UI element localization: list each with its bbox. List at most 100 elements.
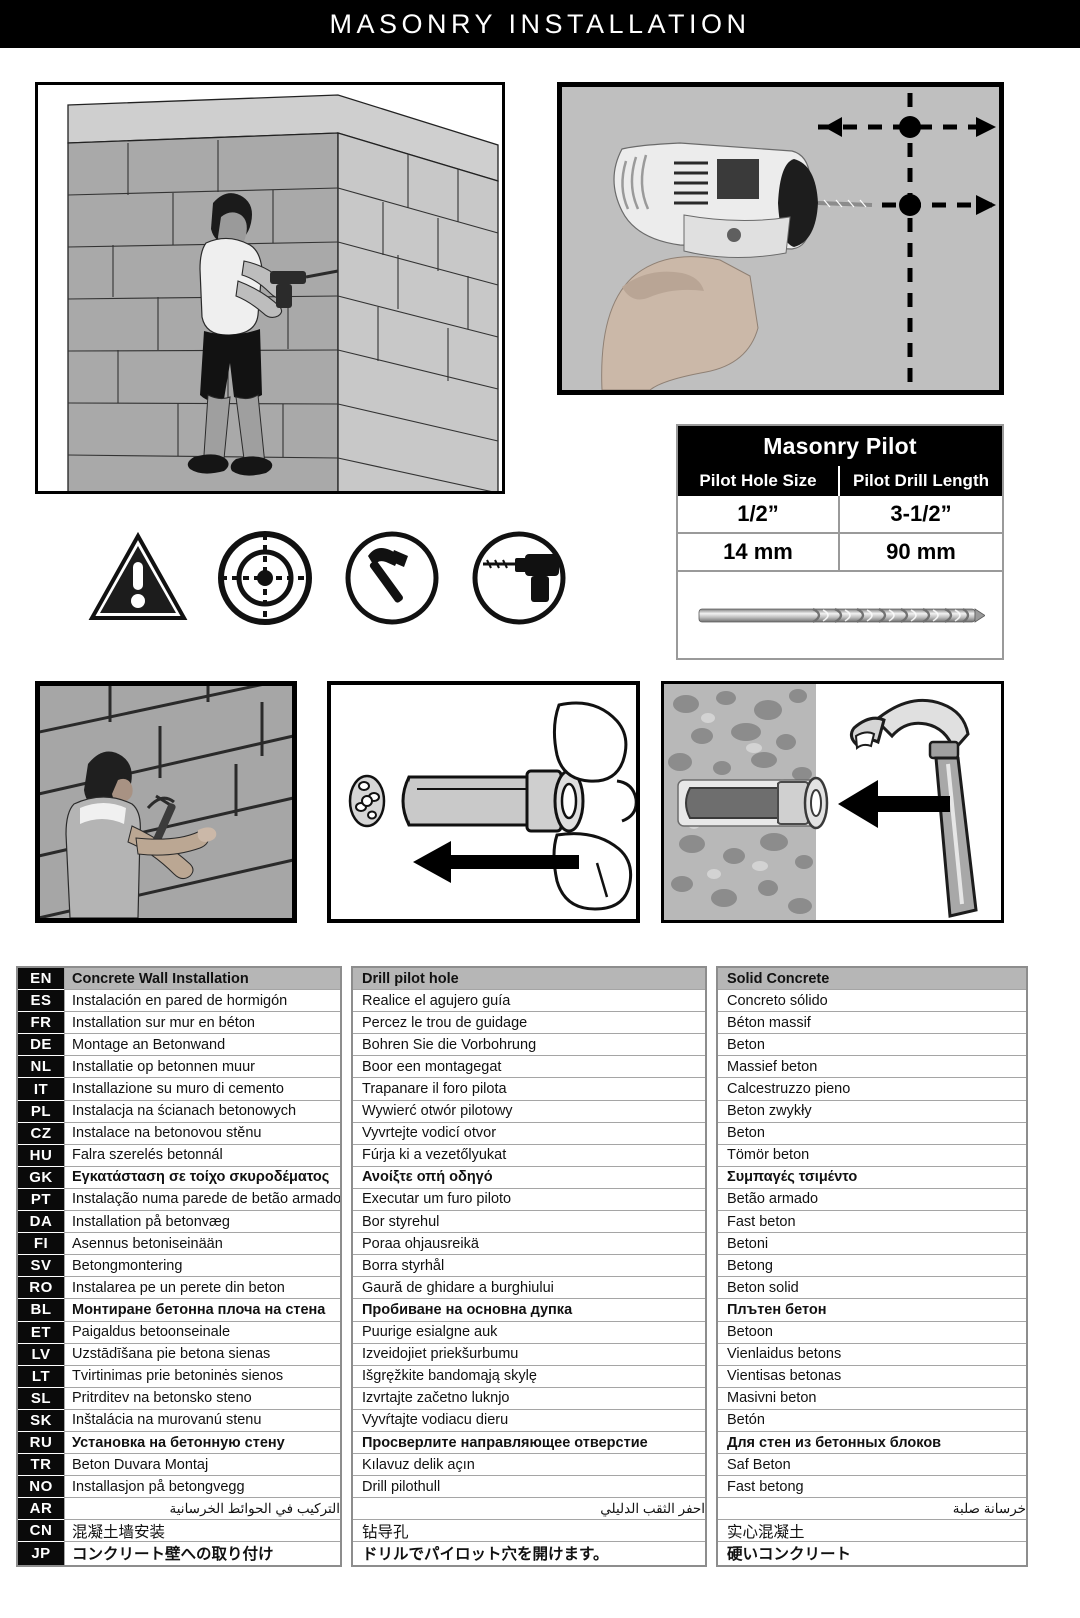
table-row: Kılavuz delik açın (353, 1454, 705, 1477)
table-row: Fast betong (718, 1476, 1026, 1499)
language-code-ro: RO (18, 1277, 64, 1300)
translation-no: Fast betong (718, 1476, 1026, 1499)
translation-es: Concreto sólido (718, 990, 1026, 1013)
translation-sl: Pritrditev na betonsko steno (64, 1387, 340, 1410)
icon-row (88, 528, 568, 628)
translation-tr: Beton Duvara Montaj (64, 1454, 340, 1477)
table-row: Concreto sólido (718, 990, 1026, 1013)
translation-no: Drill pilothull (353, 1476, 705, 1499)
translation-fi: Asennus betoniseinään (64, 1233, 340, 1256)
anchor-hammer-graphic (664, 684, 1001, 920)
translation-et: Betoon (718, 1322, 1026, 1344)
translation-hu: Fúrja ki a vezetőlyukat (353, 1145, 705, 1167)
table-row: ES Instalación en pared de hormigón (18, 990, 340, 1013)
translation-nl: Boor een montagegat (353, 1056, 705, 1079)
translation-lv: Vienlaidus betons (718, 1344, 1026, 1366)
translation-da: Bor styrehul (353, 1211, 705, 1234)
table-row: Poraa ohjausreikä (353, 1233, 705, 1256)
translation-bl: Пробиване на основна дупка (353, 1299, 705, 1322)
translation-lt: Išgręžkite bandomąją skylę (353, 1366, 705, 1388)
translation-pl: Instalacja na ścianach betonowych (64, 1100, 340, 1123)
translation-sk: Vyvŕtajte vodiacu dieru (353, 1410, 705, 1432)
translation-cn: 混凝土墙安装 (64, 1520, 340, 1543)
table-row: Boor een montagegat (353, 1056, 705, 1079)
translation-en: Drill pilot hole (353, 968, 705, 991)
language-code-lv: LV (18, 1343, 64, 1366)
translation-pl: Beton zwykły (718, 1101, 1026, 1123)
translation-fi: Betoni (718, 1233, 1026, 1256)
language-code-et: ET (18, 1321, 64, 1344)
pilot-drill-length-metric: 90 mm (840, 534, 1002, 572)
anchor-insert-illustration (327, 681, 640, 923)
language-code-cz: CZ (18, 1122, 64, 1145)
hammer-wall-graphic (40, 686, 292, 918)
table-row: RU Установка на бетонную стену (18, 1431, 340, 1455)
table-row: خرسانة صلبة (718, 1498, 1026, 1521)
language-code-en: EN (18, 968, 64, 991)
language-code-de: DE (18, 1034, 64, 1057)
drill-bit-graphic (698, 607, 985, 624)
table-row: Fast beton (718, 1211, 1026, 1234)
translation-cn: 钻导孔 (353, 1520, 705, 1543)
translation-de: Montage an Betonwand (64, 1034, 340, 1057)
pilot-hole-size-metric: 14 mm (678, 534, 840, 572)
table-row: احفر الثقب الدليلي (353, 1498, 705, 1521)
anchor-hammer-illustration (661, 681, 1004, 923)
language-code-da: DA (18, 1211, 64, 1234)
drill-bit-illustration (678, 572, 1002, 658)
table-row: TR Beton Duvara Montaj (18, 1454, 340, 1477)
warning-triangle-glyph (88, 531, 188, 620)
table-row: IT Installazione su muro di cemento (18, 1078, 340, 1101)
table-row: Beton zwykły (718, 1101, 1026, 1123)
pilot-table-title: Masonry Pilot (678, 426, 1002, 466)
translation-nl: Massief beton (718, 1056, 1026, 1079)
table-row: SL Pritrditev na betonsko steno (18, 1387, 340, 1410)
language-code-es: ES (18, 990, 64, 1013)
pilot-table-row-imperial: 1/2” 3-1/2” (678, 496, 1002, 534)
pilot-table-row-metric: 14 mm 90 mm (678, 534, 1002, 572)
translation-ar: احفر الثقب الدليلي (353, 1498, 705, 1521)
language-column-wall-installation: EN Concrete Wall Installation ES Instalació… (16, 966, 342, 1567)
table-row: Betoon (718, 1322, 1026, 1344)
translation-it: Trapanare il foro pilota (353, 1078, 705, 1101)
translation-hu: Tömör beton (718, 1145, 1026, 1167)
translation-lv: Izveidojiet priekšurbumu (353, 1344, 705, 1366)
translation-ro: Beton solid (718, 1277, 1026, 1300)
language-code-tr: TR (18, 1454, 64, 1477)
translation-hu: Falra szerelés betonnál (64, 1144, 340, 1167)
table-row: ET Paigaldus betoonseinale (18, 1321, 340, 1344)
table-row: Vienlaidus betons (718, 1344, 1026, 1366)
table-row: Calcestruzzo pieno (718, 1078, 1026, 1101)
table-row: HU Falra szerelés betonnál (18, 1144, 340, 1167)
language-code-jp: JP (18, 1542, 64, 1565)
table-row: Bor styrehul (353, 1211, 705, 1234)
translation-es: Instalación en pared de hormigón (64, 990, 340, 1013)
language-code-lt: LT (18, 1365, 64, 1388)
translation-lt: Vientisas betonas (718, 1366, 1026, 1388)
table-row: CZ Instalace na betonovou stěnu (18, 1122, 340, 1145)
table-row: Saf Beton (718, 1454, 1026, 1477)
translation-en: Concrete Wall Installation (64, 968, 340, 991)
translation-jp: ドリルでパイロット穴を開けます。 (362, 1546, 609, 1564)
translation-lt: Tvirtinimas prie betoninės sienos (64, 1365, 340, 1388)
translation-pt: Instalação numa parede de betão armado (64, 1188, 340, 1212)
table-row: PT Instalação numa parede de betão armado (18, 1188, 340, 1212)
translation-ar: خرسانة صلبة (718, 1498, 1026, 1521)
table-row: Ανοίξτε οπή οδηγό (353, 1167, 705, 1189)
translation-da: Installation på betonvæg (64, 1211, 340, 1234)
language-code-gk: GK (18, 1166, 64, 1189)
table-row: DA Installation på betonvæg (18, 1211, 340, 1234)
table-row: Vyvŕtajte vodiacu dieru (353, 1410, 705, 1432)
translation-ru: Для стен из бетонных блоков (718, 1432, 1026, 1455)
table-row: Bohren Sie die Vorbohrung (353, 1034, 705, 1057)
table-row: Puurige esialgne auk (353, 1322, 705, 1344)
translation-et: Paigaldus betoonseinale (64, 1321, 340, 1344)
pilot-hole-size-imperial: 1/2” (678, 496, 840, 534)
table-row: Beton (718, 1123, 1026, 1145)
language-code-sv: SV (18, 1255, 64, 1278)
translation-tr: Kılavuz delik açın (353, 1454, 705, 1477)
translation-gk: Συμπαγές τσιμέντο (718, 1167, 1026, 1189)
language-code-sl: SL (18, 1387, 64, 1410)
table-row: Drill pilot hole (353, 968, 705, 991)
language-code-ar: AR (18, 1498, 64, 1521)
